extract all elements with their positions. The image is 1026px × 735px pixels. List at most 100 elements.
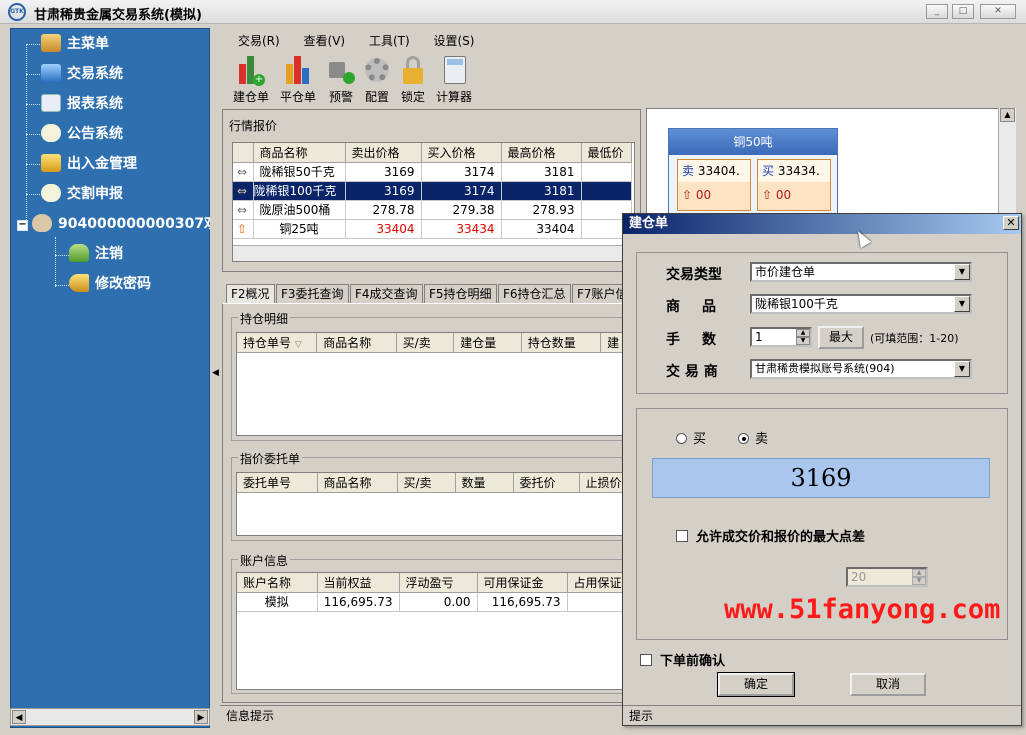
column-header[interactable]: 商品名称 — [316, 333, 397, 353]
sell-radio[interactable]: 卖 — [738, 428, 768, 447]
speaker-icon — [325, 54, 357, 86]
sidebar-item-reports[interactable]: 报表系统 — [41, 93, 123, 115]
account-title: 账户信息 — [238, 552, 291, 569]
sidebar-item-account[interactable]: − 904000000000307欢迎 — [17, 213, 210, 235]
column-header[interactable]: 买/卖 — [397, 473, 456, 493]
column-header[interactable]: 持仓数量 — [521, 333, 602, 353]
chevron-down-icon[interactable]: ▼ — [954, 361, 970, 377]
column-header[interactable]: 买入价格 — [421, 143, 502, 163]
scroll-right-arrow-icon[interactable]: ▶ — [194, 710, 208, 724]
checkbox-icon[interactable] — [640, 654, 652, 666]
buy-radio[interactable]: 买 — [676, 428, 706, 447]
quote-high: 278.93 — [501, 200, 582, 220]
column-header[interactable]: 建仓量 — [453, 333, 522, 353]
column-header[interactable]: 占用保证 — [567, 573, 628, 593]
tab-trade-query[interactable]: F4成交查询 — [350, 284, 423, 304]
sidebar-item-delivery[interactable]: 交割申报 — [41, 183, 123, 205]
column-header[interactable]: 数量 — [455, 473, 514, 493]
quote-card-sell[interactable]: 卖 33404. ⇧ 00 — [677, 159, 751, 211]
calculator-button[interactable]: 计算器 — [434, 54, 474, 105]
column-header[interactable]: 买/卖 — [396, 333, 455, 353]
status-bar: 信息提示 — [220, 705, 622, 725]
tab-position-summary[interactable]: F6持仓汇总 — [498, 284, 571, 304]
radio-sell-icon[interactable] — [738, 433, 749, 444]
column-header[interactable]: 账户名称 — [237, 573, 318, 593]
confirm-before-order-checkbox[interactable]: 下单前确认 — [640, 650, 725, 669]
sidebar-item-announcements[interactable]: 公告系统 — [41, 123, 123, 145]
quote-pane-vscrollbar[interactable]: ▲ — [998, 108, 1016, 218]
sidebar-hscrollbar[interactable]: ◀ ▶ — [10, 708, 210, 726]
column-header[interactable]: 商品名称 — [317, 473, 398, 493]
collapse-toggle-icon[interactable]: − — [17, 220, 28, 231]
cup-icon — [32, 214, 52, 232]
column-header[interactable]: 持仓单号 ▽ — [237, 333, 318, 353]
allow-diff-checkbox[interactable]: 允许成交价和报价的最大点差 — [676, 526, 865, 545]
config-button[interactable]: 配置 — [360, 54, 394, 105]
dialog-status-bar: 提示 — [623, 705, 1021, 725]
checkbox-icon[interactable] — [676, 530, 688, 542]
table-row[interactable]: ⇔ 陇稀银50千克 3169 3174 3181 — [233, 162, 632, 182]
quotes-hscrollbar[interactable] — [233, 245, 634, 261]
table-row[interactable]: ⇧ 铜25吨 33404 33434 33404 — [233, 219, 632, 239]
table-row[interactable]: 模拟 116,695.73 0.00 116,695.73 — [237, 592, 628, 612]
table-row[interactable]: ⇔ 陇原油500桶 278.78 279.38 278.93 — [233, 200, 632, 220]
tab-content: 持仓明细 持仓单号 ▽ 商品名称 买/卖 建仓量 持仓数量 建 指价委托单 委托… — [222, 303, 641, 703]
stepper-up-icon[interactable]: ▲ — [912, 569, 926, 577]
stepper-down-icon[interactable]: ▼ — [912, 577, 926, 585]
column-header[interactable]: 委托价 — [513, 473, 580, 493]
flat-arrow-icon: ⇔ — [233, 162, 254, 182]
ok-button[interactable]: 确定 — [717, 672, 795, 697]
column-header[interactable]: 可用保证金 — [477, 573, 568, 593]
maximize-button[interactable]: □ — [952, 4, 974, 19]
quote-sell: 3169 — [345, 162, 422, 182]
tab-overview[interactable]: F2概况 — [226, 284, 275, 304]
collapse-arrow-icon[interactable]: ◀ — [212, 368, 219, 378]
quote-card-buy[interactable]: 买 33434. ⇧ 00 — [757, 159, 831, 211]
stepper-up-icon[interactable]: ▲ — [796, 329, 810, 337]
max-diff-stepper[interactable]: 20 ▲ ▼ — [846, 567, 928, 587]
menu-trade[interactable]: 交易(R) — [238, 30, 280, 52]
scroll-left-arrow-icon[interactable]: ◀ — [12, 710, 26, 724]
toolbar: + 建仓单 平仓单 预警 配置 锁定 计算器 — [222, 52, 642, 107]
close-button[interactable]: ✕ — [980, 4, 1016, 19]
max-quantity-button[interactable]: 最大 — [818, 326, 864, 349]
pane-splitter[interactable]: ◀ — [211, 28, 219, 728]
menu-tools[interactable]: 工具(T) — [369, 30, 410, 52]
alert-button[interactable]: 预警 — [324, 54, 358, 105]
toolbar-label: 锁定 — [400, 90, 425, 104]
broker-select[interactable]: 甘肃稀贵模拟账号系统(904) ▼ — [750, 359, 972, 379]
quote-card[interactable]: 铜50吨 卖 33404. ⇧ 00 买 33434. ⇧ 00 — [668, 128, 838, 214]
column-header[interactable]: 最低价 — [581, 143, 632, 163]
trade-type-select[interactable]: 市价建仓单 ▼ — [750, 262, 972, 282]
column-header[interactable]: 浮动盈亏 — [399, 573, 478, 593]
scroll-up-arrow-icon[interactable]: ▲ — [1000, 108, 1015, 122]
cancel-button[interactable]: 取消 — [850, 673, 926, 696]
sidebar-item-main-menu[interactable]: 主菜单 — [41, 33, 109, 55]
sidebar-item-logout[interactable]: 注销 — [69, 243, 123, 265]
column-header[interactable]: 委托单号 — [237, 473, 318, 493]
product-select[interactable]: 陇稀银100千克 ▼ — [750, 294, 972, 314]
stepper-down-icon[interactable]: ▼ — [796, 337, 810, 345]
dialog-close-button[interactable]: ✕ — [1003, 216, 1019, 230]
sidebar-item-trading[interactable]: 交易系统 — [41, 63, 123, 85]
column-header[interactable]: 当前权益 — [317, 573, 400, 593]
column-header[interactable]: 商品名称 — [253, 143, 346, 163]
chevron-down-icon[interactable]: ▼ — [954, 264, 970, 280]
lock-button[interactable]: 锁定 — [396, 54, 430, 105]
chevron-down-icon[interactable]: ▼ — [954, 296, 970, 312]
open-position-button[interactable]: + 建仓单 — [232, 54, 270, 105]
close-position-button[interactable]: 平仓单 — [279, 54, 317, 105]
table-row-selected[interactable]: ⇔ 陇稀银100千克 3169 3174 3181 — [233, 181, 632, 201]
quantity-stepper[interactable]: 1 ▲ ▼ — [750, 327, 812, 347]
menu-settings[interactable]: 设置(S) — [433, 30, 474, 52]
column-header[interactable]: 最高价格 — [501, 143, 582, 163]
sidebar-item-change-password[interactable]: 修改密码 — [69, 273, 151, 295]
minimize-button[interactable]: _ — [926, 4, 948, 19]
radio-buy-icon[interactable] — [676, 433, 687, 444]
sidebar-item-funds[interactable]: 出入金管理 — [41, 153, 137, 175]
column-header[interactable]: 卖出价格 — [345, 143, 422, 163]
tab-position-detail[interactable]: F5持仓明细 — [424, 284, 497, 304]
tab-order-query[interactable]: F3委托查询 — [276, 284, 349, 304]
menu-view[interactable]: 查看(V) — [304, 30, 346, 52]
quantity-label: 手 数 — [666, 332, 720, 348]
